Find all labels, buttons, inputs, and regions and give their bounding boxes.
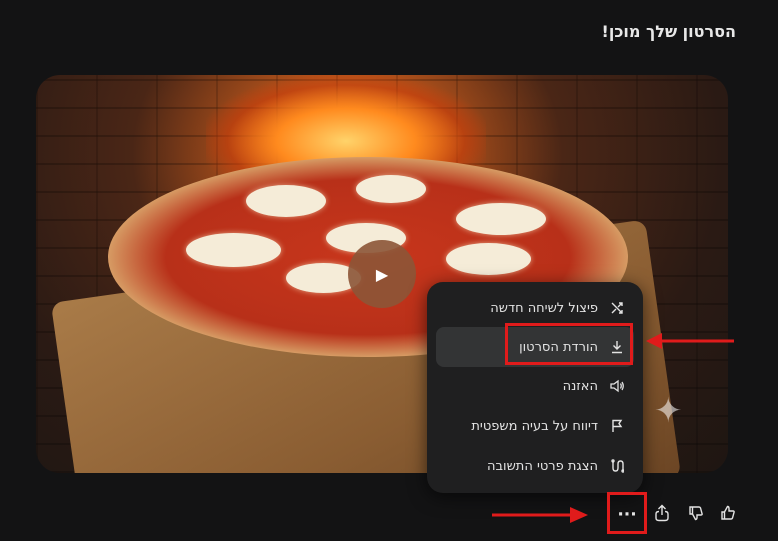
menu-item-label: האזנה: [562, 378, 598, 394]
menu-item-details[interactable]: הצגת פרטי התשובה: [436, 446, 634, 486]
menu-item-branch[interactable]: פיצול לשיחה חדשה: [436, 288, 634, 328]
highlight-more-options: [607, 492, 647, 534]
speaker-icon: [608, 379, 626, 393]
cheese-spot: [456, 203, 546, 235]
highlight-download: [505, 323, 633, 365]
menu-item-listen[interactable]: האזנה: [436, 366, 634, 406]
play-button[interactable]: ▶: [348, 240, 416, 308]
cheese-spot: [186, 233, 281, 267]
flag-icon: [608, 419, 626, 433]
annotation-arrow-more: [492, 507, 588, 523]
menu-item-report[interactable]: דיווח על בעיה משפטית: [436, 406, 634, 446]
menu-item-label: דיווח על בעיה משפטית: [471, 418, 598, 434]
cheese-spot: [246, 185, 326, 217]
cheese-spot: [356, 175, 426, 203]
sparkle-icon: ✦: [654, 391, 683, 431]
play-icon: ▶: [375, 264, 389, 284]
share-icon: [654, 504, 670, 527]
annotation-arrow-download: [646, 333, 734, 349]
page-title: הסרטון שלך מוכן!: [601, 22, 736, 41]
menu-item-label: פיצול לשיחה חדשה: [490, 300, 598, 316]
details-icon: [608, 459, 626, 473]
thumbs-down-icon: [688, 505, 704, 526]
menu-item-label: הצגת פרטי התשובה: [487, 458, 598, 474]
branch-icon: [608, 301, 626, 315]
cheese-spot: [446, 243, 531, 275]
more-options-menu: פיצול לשיחה חדשה הורדת הסרטון האזנה דיוו…: [427, 282, 643, 493]
thumbs-up-button[interactable]: [713, 500, 743, 530]
thumbs-down-button[interactable]: [681, 500, 711, 530]
thumbs-up-icon: [720, 505, 736, 526]
share-button[interactable]: [647, 500, 677, 530]
